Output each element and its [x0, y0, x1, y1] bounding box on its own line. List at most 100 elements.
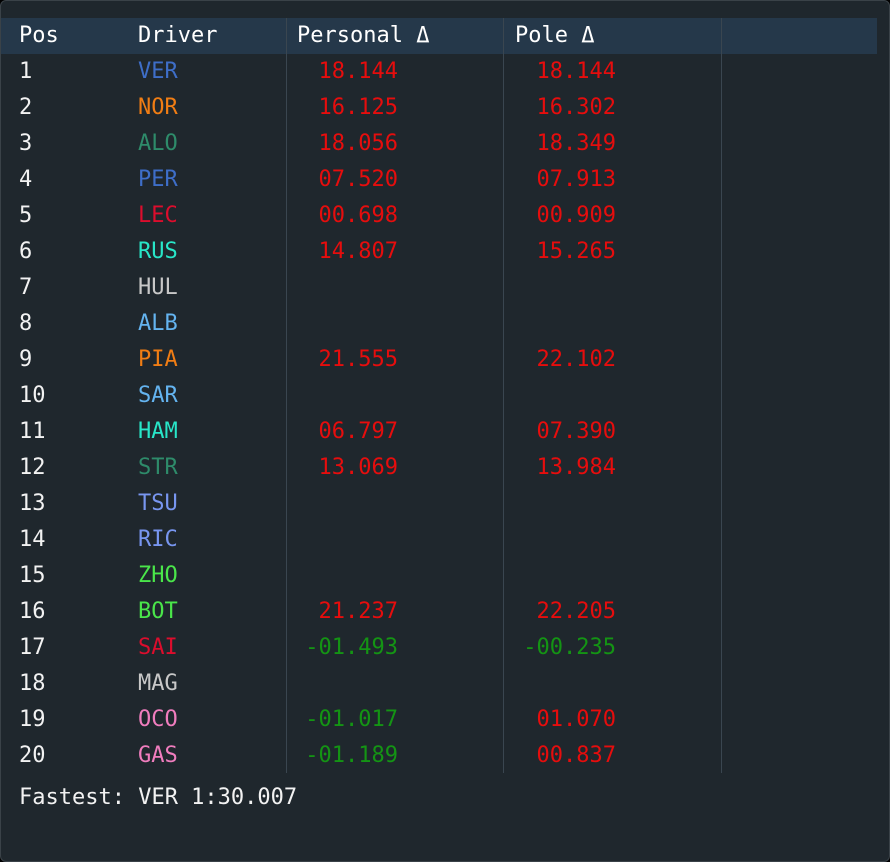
row-pos: 20 [19, 743, 46, 768]
table-row: 20 GAS -01.189 00.837 [1, 738, 877, 774]
row-pole-delta [515, 378, 616, 414]
column-divider [721, 18, 722, 773]
row-driver: TSU [138, 491, 178, 516]
row-driver: LEC [138, 203, 178, 228]
row-pole-delta: 00.909 [536, 203, 616, 228]
table-row: 10 SAR [1, 378, 877, 414]
row-driver: ALO [138, 131, 178, 156]
table-row: 9 PIA 21.555 22.102 [1, 342, 877, 378]
row-pole-delta: 15.265 [536, 239, 616, 264]
header-driver: Driver [138, 23, 218, 48]
row-driver: PIA [138, 347, 178, 372]
row-pole-delta [515, 486, 616, 522]
row-pole-delta: 22.205 [536, 599, 616, 624]
row-pole-delta: 18.349 [536, 131, 616, 156]
row-personal-delta [297, 666, 398, 702]
table-row: 14 RIC [1, 522, 877, 558]
row-driver: HUL [138, 275, 178, 300]
row-driver: RUS [138, 239, 178, 264]
row-pos: 19 [19, 707, 46, 732]
row-driver: VER [138, 59, 178, 84]
row-pos: 15 [19, 563, 46, 588]
row-pos: 2 [19, 95, 33, 120]
header-pole-delta: Pole Δ [515, 23, 595, 48]
table-row: 7 HUL [1, 270, 877, 306]
row-driver: GAS [138, 743, 178, 768]
row-driver: SAR [138, 383, 178, 408]
row-driver: ZHO [138, 563, 178, 588]
row-pole-delta: 07.913 [536, 167, 616, 192]
row-pole-delta [515, 522, 616, 558]
table-row: 16 BOT 21.237 22.205 [1, 594, 877, 630]
row-pos: 16 [19, 599, 46, 624]
row-driver: PER [138, 167, 178, 192]
row-pos: 1 [19, 59, 33, 84]
table-row: 8 ALB [1, 306, 877, 342]
row-personal-delta: 06.797 [318, 419, 398, 444]
column-divider [503, 18, 504, 773]
row-personal-delta: 18.144 [318, 59, 398, 84]
row-pos: 4 [19, 167, 33, 192]
row-pos: 10 [19, 383, 46, 408]
table-header: Pos Driver Personal Δ Pole Δ [1, 18, 877, 54]
row-personal-delta [297, 270, 398, 306]
row-pos: 8 [19, 311, 33, 336]
row-pos: 12 [19, 455, 46, 480]
table-row: 13 TSU [1, 486, 877, 522]
header-personal-delta: Personal Δ [297, 23, 430, 48]
table-row: 15 ZHO [1, 558, 877, 594]
table-row: 4 PER 07.520 07.913 [1, 162, 877, 198]
row-personal-delta: 00.698 [318, 203, 398, 228]
row-driver: SAI [138, 635, 178, 660]
row-pole-delta: 07.390 [536, 419, 616, 444]
table-row: 11 HAM 06.797 07.390 [1, 414, 877, 450]
row-pos: 9 [19, 347, 33, 372]
row-pole-delta: -00.235 [523, 635, 616, 660]
table-row: 17 SAI -01.493 -00.235 [1, 630, 877, 666]
header-pos: Pos [19, 23, 59, 48]
row-personal-delta: -01.017 [305, 707, 398, 732]
row-pole-delta [515, 270, 616, 306]
row-personal-delta [297, 522, 398, 558]
row-pole-delta [515, 306, 616, 342]
row-pole-delta: 22.102 [536, 347, 616, 372]
row-pole-delta [515, 558, 616, 594]
row-driver: BOT [138, 599, 178, 624]
row-pos: 17 [19, 635, 46, 660]
row-personal-delta [297, 486, 398, 522]
row-pos: 3 [19, 131, 33, 156]
row-pos: 6 [19, 239, 33, 264]
table-row: 12 STR 13.069 13.984 [1, 450, 877, 486]
fastest-lap-footer: Fastest: VER 1:30.007 [19, 785, 298, 810]
row-driver: OCO [138, 707, 178, 732]
table-row: 3 ALO 18.056 18.349 [1, 126, 877, 162]
row-personal-delta: -01.493 [305, 635, 398, 660]
row-pos: 11 [19, 419, 46, 444]
row-driver: MAG [138, 671, 178, 696]
row-pos: 13 [19, 491, 46, 516]
row-personal-delta [297, 558, 398, 594]
row-pole-delta: 00.837 [536, 743, 616, 768]
column-divider [286, 18, 287, 773]
table-row: 18 MAG [1, 666, 877, 702]
row-personal-delta: 21.555 [318, 347, 398, 372]
row-pos: 18 [19, 671, 46, 696]
row-personal-delta [297, 306, 398, 342]
row-pole-delta: 01.070 [536, 707, 616, 732]
table-row: 19 OCO -01.017 01.070 [1, 702, 877, 738]
row-driver: HAM [138, 419, 178, 444]
table-row: 1 VER 18.144 18.144 [1, 54, 877, 90]
row-personal-delta: 13.069 [318, 455, 398, 480]
row-driver: ALB [138, 311, 178, 336]
row-personal-delta: 07.520 [318, 167, 398, 192]
row-personal-delta: 16.125 [318, 95, 398, 120]
row-pole-delta: 13.984 [536, 455, 616, 480]
row-pos: 7 [19, 275, 33, 300]
row-pos: 14 [19, 527, 46, 552]
row-driver: RIC [138, 527, 178, 552]
row-pole-delta [515, 666, 616, 702]
timing-window: Pos Driver Personal Δ Pole Δ 1 VER 18.144 1… [0, 0, 890, 862]
row-personal-delta: 21.237 [318, 599, 398, 624]
table-row: 2 NOR 16.125 16.302 [1, 90, 877, 126]
row-driver: NOR [138, 95, 178, 120]
